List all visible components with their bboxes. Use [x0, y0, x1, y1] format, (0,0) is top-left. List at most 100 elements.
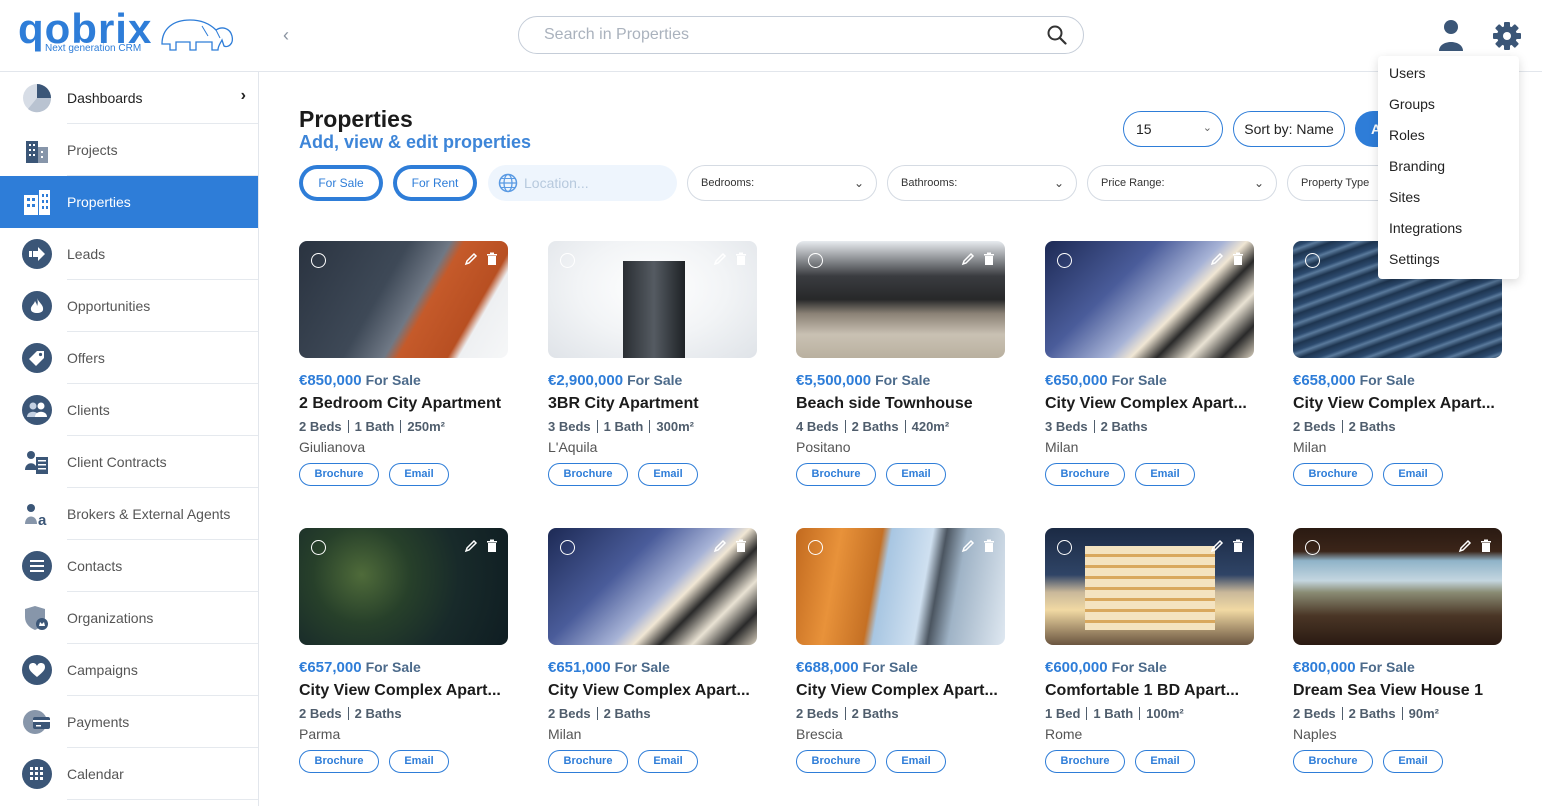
property-photo[interactable] [1293, 528, 1502, 645]
select-checkbox[interactable] [1057, 253, 1072, 268]
menu-item-users[interactable]: Users [1378, 63, 1519, 94]
sidebar-item-leads[interactable]: Leads [0, 228, 258, 280]
bedrooms-select[interactable]: Bedrooms: ⌄ [687, 165, 877, 201]
email-button[interactable]: Email [886, 750, 946, 773]
edit-pencil-icon[interactable] [464, 539, 478, 558]
property-title[interactable]: City View Complex Apart... [299, 682, 508, 700]
email-button[interactable]: Email [1135, 463, 1195, 486]
select-checkbox[interactable] [808, 540, 823, 555]
property-photo[interactable] [796, 528, 1005, 645]
brochure-button[interactable]: Brochure [1293, 750, 1373, 773]
logo[interactable]: qobrix Next generation CRM [18, 6, 234, 60]
menu-item-roles[interactable]: Roles [1378, 125, 1519, 156]
property-photo[interactable] [299, 241, 508, 358]
brochure-button[interactable]: Brochure [299, 750, 379, 773]
property-title[interactable]: 3BR City Apartment [548, 395, 757, 413]
property-title[interactable]: Beach side Townhouse [796, 395, 1005, 413]
delete-trash-icon[interactable] [1232, 539, 1244, 558]
sidebar-item-properties[interactable]: Properties [0, 176, 258, 228]
email-button[interactable]: Email [638, 750, 698, 773]
property-card[interactable]: €650,000 For Sale City View Complex Apart… [1045, 241, 1254, 491]
email-button[interactable]: Email [389, 463, 449, 486]
brochure-button[interactable]: Brochure [1045, 750, 1125, 773]
sidebar-item-campaigns[interactable]: Campaigns [0, 644, 258, 696]
sidebar-item-dashboards[interactable]: Dashboards › [0, 72, 258, 124]
select-checkbox[interactable] [1057, 540, 1072, 555]
email-button[interactable]: Email [1383, 750, 1443, 773]
property-card[interactable]: €657,000 For Sale City View Complex Apart… [299, 528, 508, 778]
sidebar-item-projects[interactable]: Projects [0, 124, 258, 176]
brochure-button[interactable]: Brochure [548, 750, 628, 773]
sidebar-item-organizations[interactable]: Organizations [0, 592, 258, 644]
user-profile-icon[interactable] [1436, 18, 1466, 52]
sidebar-item-calendar[interactable]: Calendar [0, 748, 258, 800]
menu-item-sites[interactable]: Sites [1378, 187, 1519, 218]
select-checkbox[interactable] [560, 253, 575, 268]
edit-pencil-icon[interactable] [1210, 539, 1224, 558]
delete-trash-icon[interactable] [983, 539, 995, 558]
sidebar-item-payments[interactable]: Payments [0, 696, 258, 748]
property-title[interactable]: 2 Bedroom City Apartment [299, 395, 508, 413]
for-rent-toggle[interactable]: For Rent [393, 165, 477, 201]
property-photo[interactable] [1045, 241, 1254, 358]
property-photo[interactable] [796, 241, 1005, 358]
email-button[interactable]: Email [1383, 463, 1443, 486]
brochure-button[interactable]: Brochure [796, 463, 876, 486]
property-photo[interactable] [299, 528, 508, 645]
delete-trash-icon[interactable] [1232, 252, 1244, 271]
collapse-sidebar-button[interactable]: ‹ [276, 22, 296, 48]
property-card[interactable]: €600,000 For Sale Comfortable 1 BD Apart.… [1045, 528, 1254, 778]
edit-pencil-icon[interactable] [1458, 539, 1472, 558]
menu-item-branding[interactable]: Branding [1378, 156, 1519, 187]
sort-button[interactable]: Sort by: Name [1233, 111, 1345, 147]
delete-trash-icon[interactable] [486, 252, 498, 271]
select-checkbox[interactable] [1305, 253, 1320, 268]
sidebar-item-offers[interactable]: Offers [0, 332, 258, 384]
delete-trash-icon[interactable] [1480, 539, 1492, 558]
property-title[interactable]: City View Complex Apart... [1045, 395, 1254, 413]
property-card[interactable]: €800,000 For Sale Dream Sea View House 1 … [1293, 528, 1502, 778]
property-title[interactable]: City View Complex Apart... [796, 682, 1005, 700]
menu-item-settings[interactable]: Settings [1378, 249, 1519, 280]
edit-pencil-icon[interactable] [961, 539, 975, 558]
brochure-button[interactable]: Brochure [299, 463, 379, 486]
sidebar-item-opportunities[interactable]: Opportunities [0, 280, 258, 332]
edit-pencil-icon[interactable] [713, 539, 727, 558]
delete-trash-icon[interactable] [735, 252, 747, 271]
property-title[interactable]: Dream Sea View House 1 [1293, 682, 1502, 700]
per-page-select[interactable]: 15 ⌄ [1123, 111, 1223, 147]
select-checkbox[interactable] [1305, 540, 1320, 555]
brochure-button[interactable]: Brochure [1293, 463, 1373, 486]
property-card[interactable]: €850,000 For Sale 2 Bedroom City Apartmen… [299, 241, 508, 491]
delete-trash-icon[interactable] [735, 539, 747, 558]
property-card[interactable]: €651,000 For Sale City View Complex Apart… [548, 528, 757, 778]
brochure-button[interactable]: Brochure [1045, 463, 1125, 486]
email-button[interactable]: Email [389, 750, 449, 773]
edit-pencil-icon[interactable] [1210, 252, 1224, 271]
edit-pencil-icon[interactable] [713, 252, 727, 271]
edit-pencil-icon[interactable] [464, 252, 478, 271]
delete-trash-icon[interactable] [486, 539, 498, 558]
menu-item-integrations[interactable]: Integrations [1378, 218, 1519, 249]
property-card[interactable]: €2,900,000 For Sale 3BR City Apartment 3 … [548, 241, 757, 491]
brochure-button[interactable]: Brochure [796, 750, 876, 773]
property-card[interactable]: €688,000 For Sale City View Complex Apart… [796, 528, 1005, 778]
menu-item-groups[interactable]: Groups [1378, 94, 1519, 125]
select-checkbox[interactable] [311, 253, 326, 268]
sidebar-item-contacts[interactable]: Contacts [0, 540, 258, 592]
edit-pencil-icon[interactable] [961, 252, 975, 271]
email-button[interactable]: Email [886, 463, 946, 486]
property-card[interactable]: €5,500,000 For Sale Beach side Townhouse … [796, 241, 1005, 491]
sidebar-item-brokers[interactable]: a Brokers & External Agents [0, 488, 258, 540]
property-title[interactable]: Comfortable 1 BD Apart... [1045, 682, 1254, 700]
select-checkbox[interactable] [560, 540, 575, 555]
delete-trash-icon[interactable] [983, 252, 995, 271]
settings-gear-icon[interactable] [1491, 20, 1523, 52]
select-checkbox[interactable] [311, 540, 326, 555]
search-input[interactable] [544, 26, 1024, 44]
select-checkbox[interactable] [808, 253, 823, 268]
location-input[interactable] [524, 175, 664, 191]
search-icon[interactable] [1047, 25, 1067, 45]
sidebar-item-client-contracts[interactable]: Client Contracts [0, 436, 258, 488]
property-title[interactable]: City View Complex Apart... [548, 682, 757, 700]
